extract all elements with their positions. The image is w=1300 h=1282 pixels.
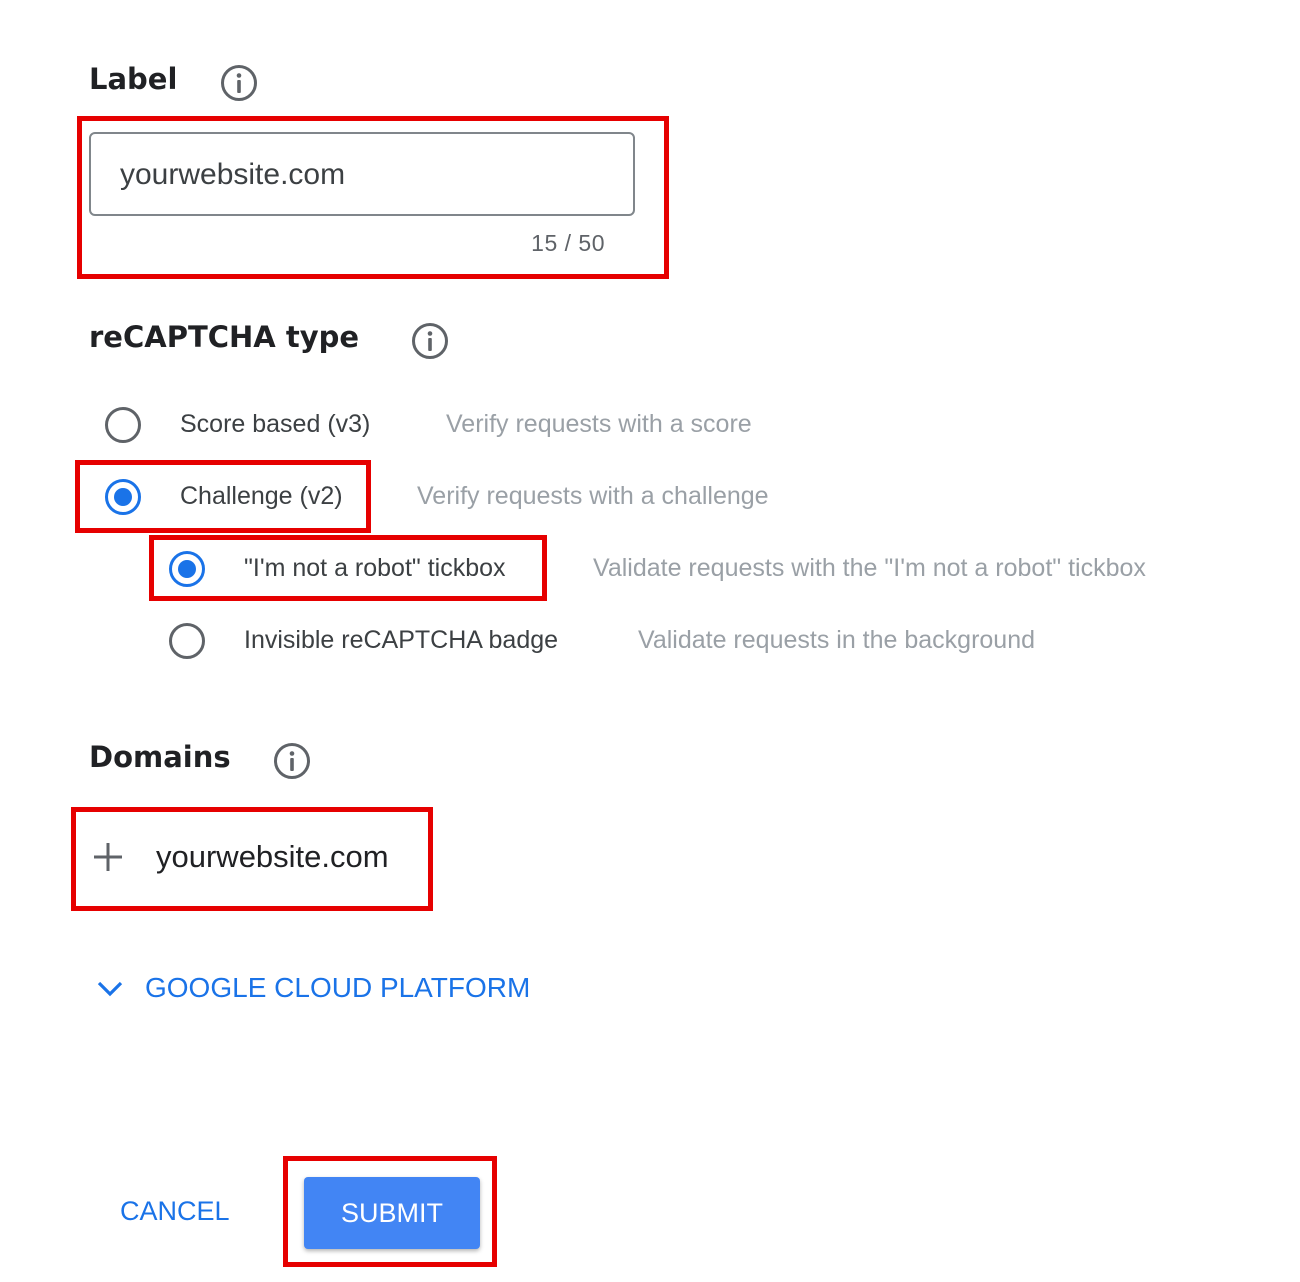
gcp-expand-toggle[interactable] — [95, 973, 125, 1003]
radio-selected-dot — [114, 488, 132, 506]
gcp-expand-label[interactable]: GOOGLE CLOUD PLATFORM — [145, 972, 530, 1004]
label-field[interactable] — [89, 132, 635, 216]
recaptcha-type-title: reCAPTCHA type — [89, 320, 360, 354]
label-info-button[interactable] — [220, 64, 258, 102]
info-icon — [412, 323, 448, 359]
radio-label-invisible-badge[interactable]: Invisible reCAPTCHA badge — [244, 626, 558, 655]
radio-label-tickbox[interactable]: "I'm not a robot" tickbox — [244, 554, 506, 583]
radio-tickbox[interactable] — [169, 551, 205, 587]
char-counter: 15 / 50 — [531, 230, 605, 256]
cancel-button[interactable]: CANCEL — [120, 1196, 230, 1227]
domains-section-title: Domains — [89, 740, 231, 774]
radio-desc-invisible-badge: Validate requests in the background — [638, 626, 1036, 654]
domain-entry[interactable]: yourwebsite.com — [156, 839, 389, 875]
domains-info-button[interactable] — [273, 742, 311, 780]
radio-label-score-based[interactable]: Score based (v3) — [180, 410, 370, 439]
radio-selected-dot — [178, 560, 196, 578]
info-icon — [274, 743, 310, 779]
info-icon — [221, 65, 257, 101]
radio-label-challenge[interactable]: Challenge (v2) — [180, 482, 343, 511]
radio-desc-tickbox: Validate requests with the "I'm not a ro… — [593, 554, 1146, 582]
radio-desc-challenge: Verify requests with a challenge — [417, 482, 769, 510]
label-input[interactable] — [120, 154, 600, 196]
chevron-down-icon — [97, 981, 123, 997]
radio-invisible-badge[interactable] — [169, 623, 205, 659]
label-section-title: Label — [89, 62, 178, 96]
submit-button[interactable]: SUBMIT — [304, 1177, 480, 1249]
radio-score-based[interactable] — [105, 407, 141, 443]
plus-icon — [94, 843, 122, 871]
add-domain-button[interactable] — [91, 840, 125, 874]
radio-desc-score-based: Verify requests with a score — [446, 410, 752, 438]
radio-challenge[interactable] — [105, 479, 141, 515]
recaptcha-type-info-button[interactable] — [411, 322, 449, 360]
